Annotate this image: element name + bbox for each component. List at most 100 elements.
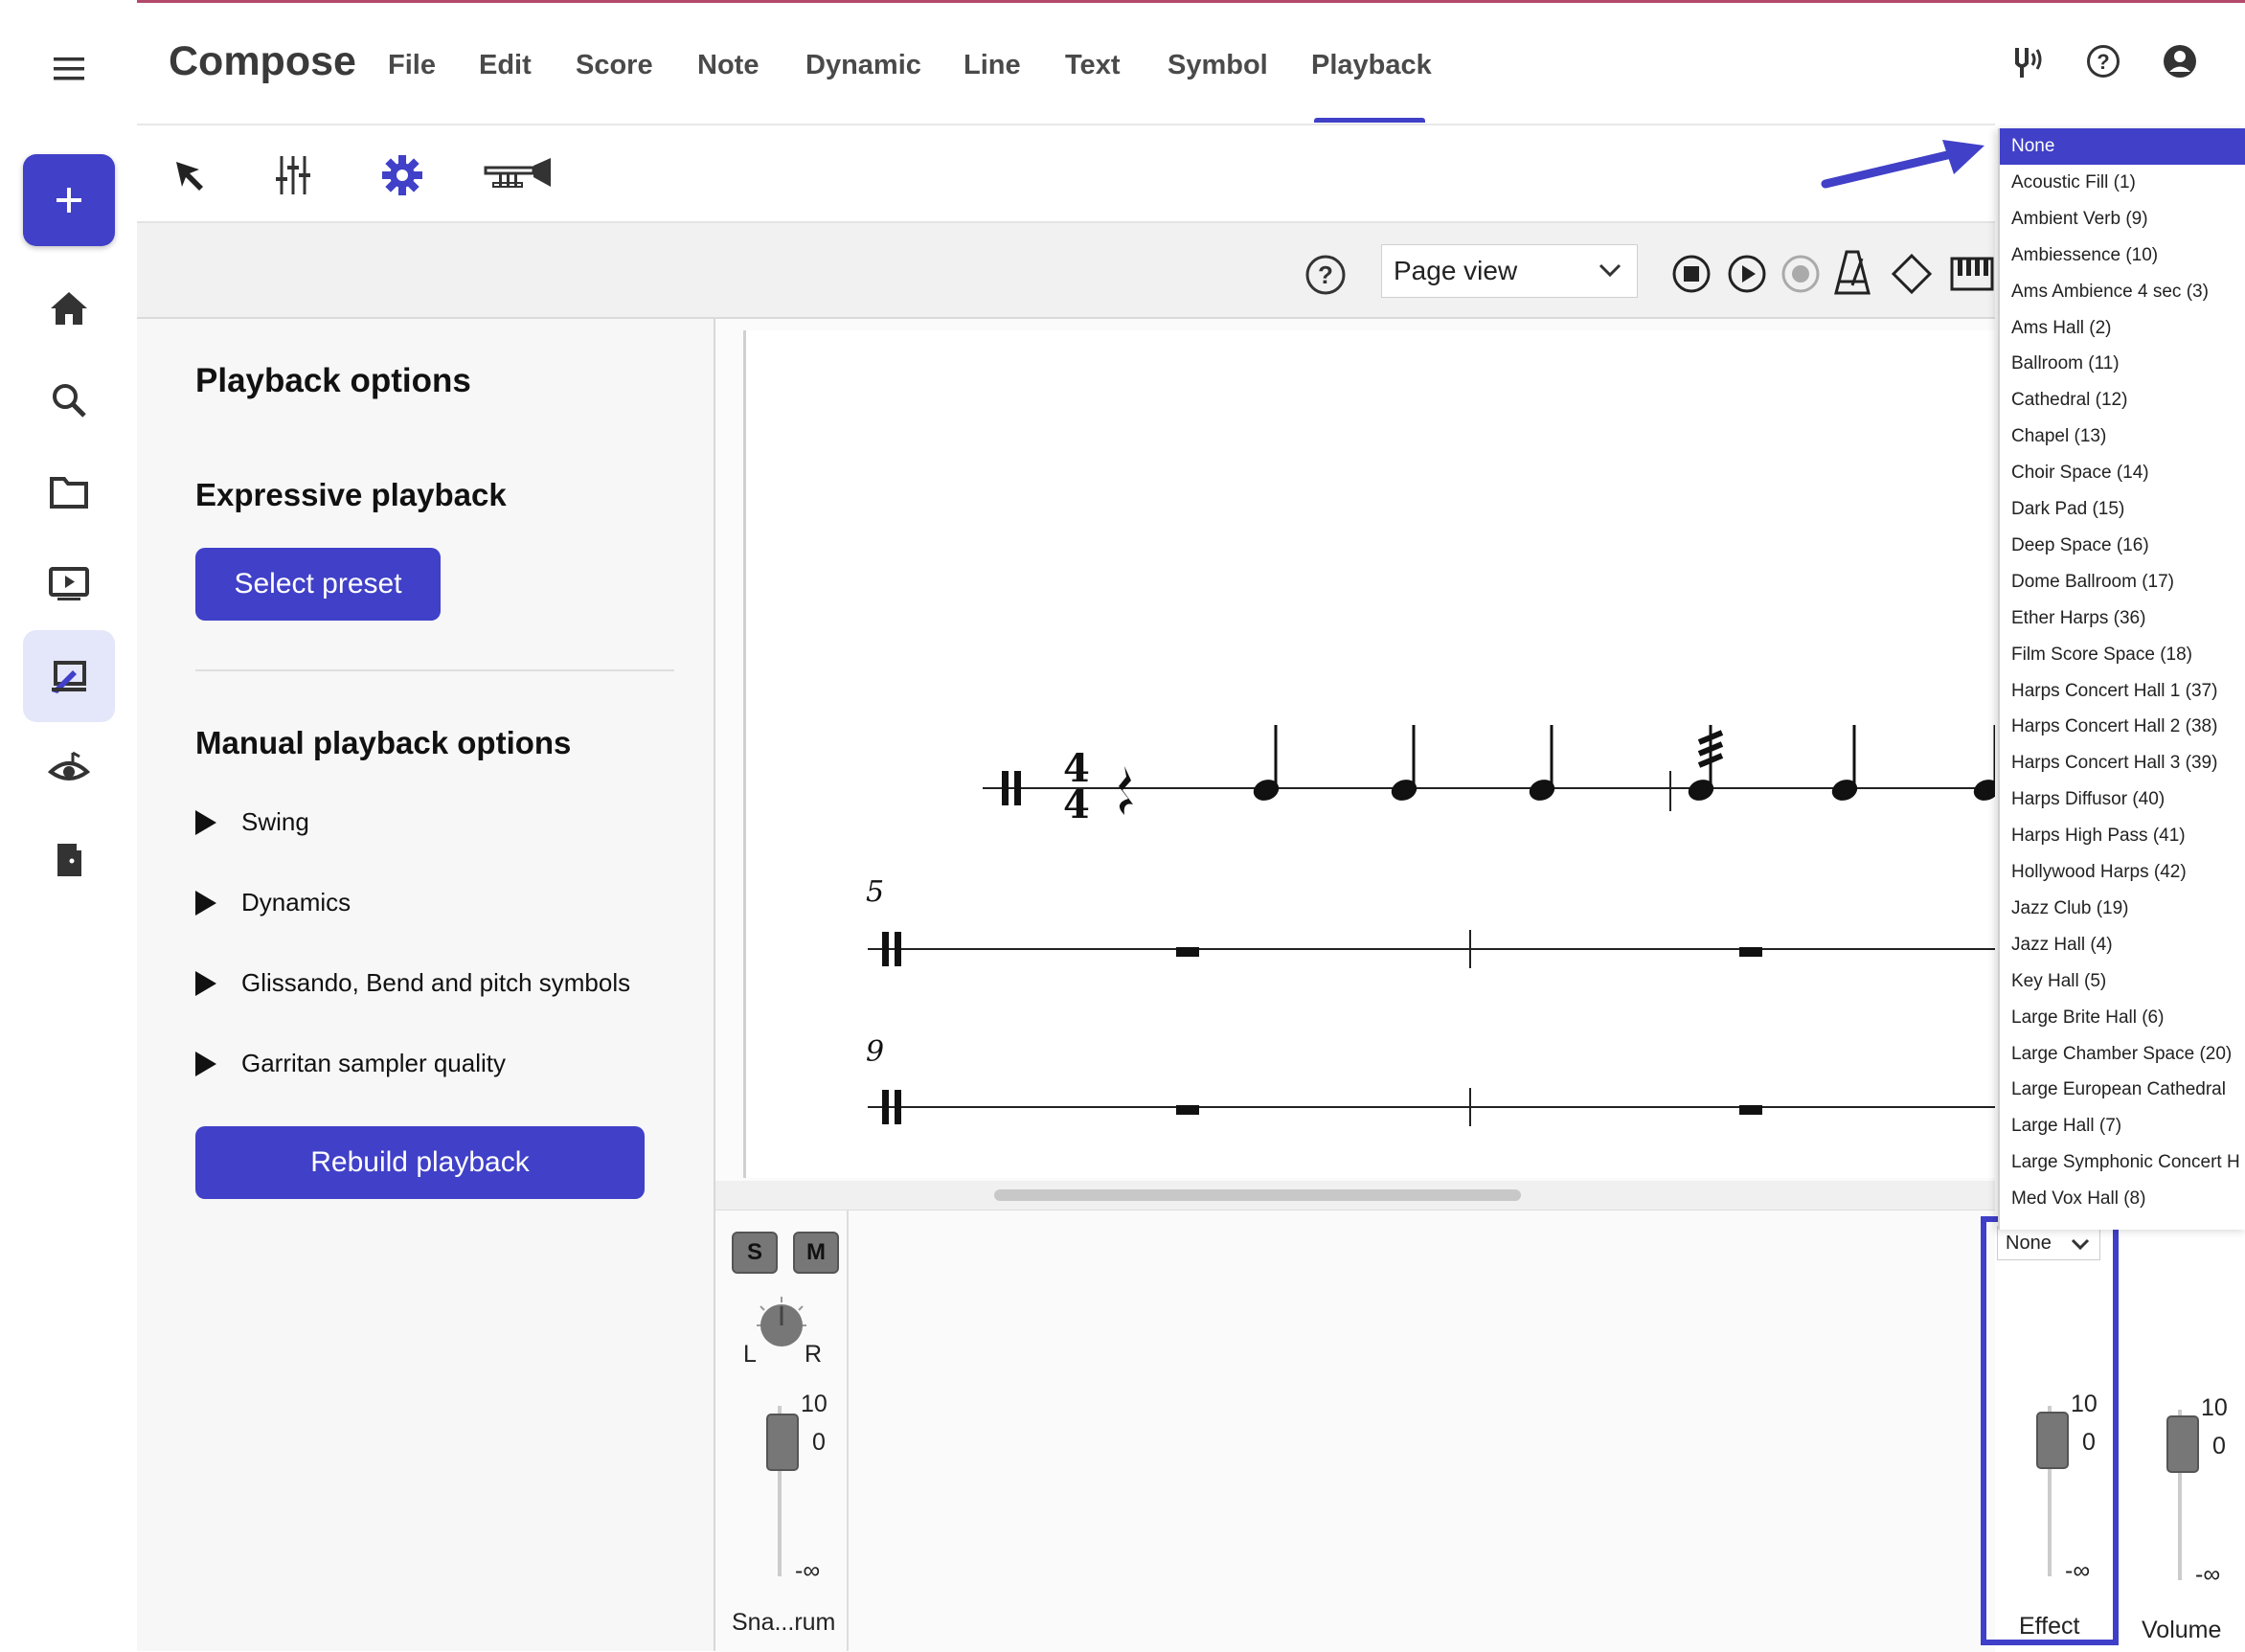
reverb-option[interactable]: Chapel (13): [2000, 419, 2245, 455]
effect-select[interactable]: None: [1997, 1226, 2100, 1260]
folder-button[interactable]: [23, 446, 115, 538]
pan-knob[interactable]: [753, 1295, 810, 1357]
reverb-option[interactable]: Ballroom (11): [2000, 346, 2245, 382]
measure-number: 5: [866, 875, 884, 909]
menu-playback[interactable]: Playback: [1311, 50, 1432, 81]
section-glissando[interactable]: Glissando, Bend and pitch symbols: [195, 968, 630, 998]
hamburger-menu-icon[interactable]: [54, 57, 84, 85]
reverb-option[interactable]: Acoustic Fill (1): [2000, 165, 2245, 201]
menu-line[interactable]: Line: [964, 50, 1021, 81]
header-divider: [137, 124, 1995, 125]
eye-music-icon: [48, 751, 90, 781]
exit-button[interactable]: [23, 814, 115, 906]
reverb-option[interactable]: Harps Diffusor (40): [2000, 781, 2245, 818]
reverb-option[interactable]: Ams Ambience 4 sec (3): [2000, 274, 2245, 310]
menu-dynamic[interactable]: Dynamic: [805, 50, 921, 81]
menu-file[interactable]: File: [388, 50, 436, 81]
ear-training-button[interactable]: [23, 722, 115, 814]
menu-symbol[interactable]: Symbol: [1168, 50, 1268, 81]
stop-icon: [1672, 255, 1711, 293]
reverb-option[interactable]: Jazz Hall (4): [2000, 927, 2245, 963]
record-button[interactable]: [1780, 253, 1822, 300]
channel-fader-handle[interactable]: [766, 1414, 799, 1471]
trumpet-icon[interactable]: [482, 146, 555, 205]
reverb-option[interactable]: Harps Concert Hall 3 (39): [2000, 745, 2245, 781]
effect-fader-handle[interactable]: [2036, 1412, 2069, 1469]
mixer-icon[interactable]: [260, 146, 327, 205]
help-icon[interactable]: ?: [2086, 44, 2120, 83]
view-mode-select[interactable]: Page view: [1381, 244, 1638, 298]
section-dynamics[interactable]: Dynamics: [195, 888, 351, 917]
expand-triangle-icon: [195, 809, 216, 835]
section-label: Glissando, Bend and pitch symbols: [241, 968, 631, 997]
expand-triangle-icon: [195, 1051, 216, 1076]
record-icon: [1781, 255, 1820, 293]
expand-triangle-icon: [195, 890, 216, 916]
reverb-option[interactable]: Ambient Verb (9): [2000, 201, 2245, 238]
exit-door-icon: [57, 844, 81, 876]
solo-button[interactable]: S: [732, 1232, 778, 1274]
reverb-option[interactable]: Harps Concert Hall 1 (37): [2000, 673, 2245, 710]
menu-score[interactable]: Score: [576, 50, 653, 81]
reverb-option[interactable]: Jazz Club (19): [2000, 891, 2245, 927]
left-rail: [0, 0, 137, 1651]
reverb-option[interactable]: Harps High Pass (41): [2000, 818, 2245, 854]
section-garritan[interactable]: Garritan sampler quality: [195, 1049, 506, 1078]
reverb-option[interactable]: Large European Cathedral: [2000, 1072, 2245, 1108]
reverb-option[interactable]: Large Symphonic Concert H: [2000, 1144, 2245, 1181]
play-icon: [1728, 255, 1766, 293]
pan-left-label: L: [743, 1341, 757, 1368]
play-button[interactable]: [1726, 253, 1768, 300]
channel-name: Sna...rum: [732, 1609, 836, 1636]
settings-gear-icon[interactable]: [369, 146, 436, 205]
reverb-option[interactable]: Dome Ballroom (17): [2000, 564, 2245, 600]
volume-fader-handle[interactable]: [2166, 1415, 2199, 1473]
section-swing[interactable]: Swing: [195, 807, 309, 837]
menu-edit[interactable]: Edit: [479, 50, 532, 81]
reverb-option[interactable]: Dark Pad (15): [2000, 491, 2245, 528]
new-score-button[interactable]: [23, 154, 115, 246]
view-mode-value: Page view: [1394, 256, 1518, 285]
effect-max-label: 10: [2071, 1391, 2098, 1417]
reverb-option[interactable]: Large Chamber Space (20): [2000, 1036, 2245, 1073]
quarter-rest: [1119, 766, 1133, 815]
reverb-option[interactable]: Ambiessence (10): [2000, 238, 2245, 274]
mute-button[interactable]: M: [793, 1232, 839, 1274]
search-button[interactable]: [23, 354, 115, 446]
app-title: Compose: [169, 38, 356, 84]
score-scrollbar-thumb[interactable]: [994, 1189, 1521, 1201]
reverb-option[interactable]: Large Hall (7): [2000, 1108, 2245, 1144]
reverb-option[interactable]: Cathedral (12): [2000, 382, 2245, 419]
annotation-arrow: [1820, 134, 1992, 196]
account-icon[interactable]: [2163, 44, 2197, 83]
menu-text[interactable]: Text: [1065, 50, 1120, 81]
compose-button[interactable]: [23, 630, 115, 722]
select-preset-button[interactable]: Select preset: [195, 548, 441, 621]
loop-marker-button[interactable]: [1891, 253, 1933, 300]
reverb-option[interactable]: Ams Hall (2): [2000, 310, 2245, 347]
reverb-option[interactable]: Hollywood Harps (42): [2000, 854, 2245, 891]
mixer-divider: [847, 1210, 849, 1651]
reverb-option[interactable]: Large Brite Hall (6): [2000, 1000, 2245, 1036]
keyboard-button[interactable]: [1950, 257, 1994, 296]
effect-min-label: -∞: [2065, 1557, 2091, 1584]
measure-number: 9: [866, 1035, 884, 1069]
reverb-option[interactable]: Film Score Space (18): [2000, 637, 2245, 673]
select-arrow-icon[interactable]: [156, 146, 223, 205]
score-help-icon[interactable]: ?: [1304, 254, 1347, 301]
reverb-option[interactable]: Choir Space (14): [2000, 455, 2245, 491]
rebuild-playback-button[interactable]: Rebuild playback: [195, 1126, 645, 1199]
reverb-option[interactable]: None: [2000, 128, 2245, 165]
reverb-option[interactable]: Key Hall (5): [2000, 963, 2245, 1000]
menu-note[interactable]: Note: [697, 50, 759, 81]
home-button[interactable]: [23, 262, 115, 354]
reverb-option[interactable]: Med Vox Hall (8): [2000, 1181, 2245, 1217]
reverb-option[interactable]: Ether Harps (36): [2000, 600, 2245, 637]
video-button[interactable]: [23, 538, 115, 630]
tuning-fork-icon[interactable]: [2011, 44, 2044, 83]
metronome-button[interactable]: [1833, 249, 1871, 302]
stop-button[interactable]: [1670, 253, 1712, 300]
reverb-option[interactable]: Deep Space (16): [2000, 528, 2245, 564]
reverb-option[interactable]: Harps Concert Hall 2 (38): [2000, 709, 2245, 745]
reverb-dropdown-list[interactable]: None Acoustic Fill (1) Ambient Verb (9) Amb…: [1998, 128, 2245, 1230]
